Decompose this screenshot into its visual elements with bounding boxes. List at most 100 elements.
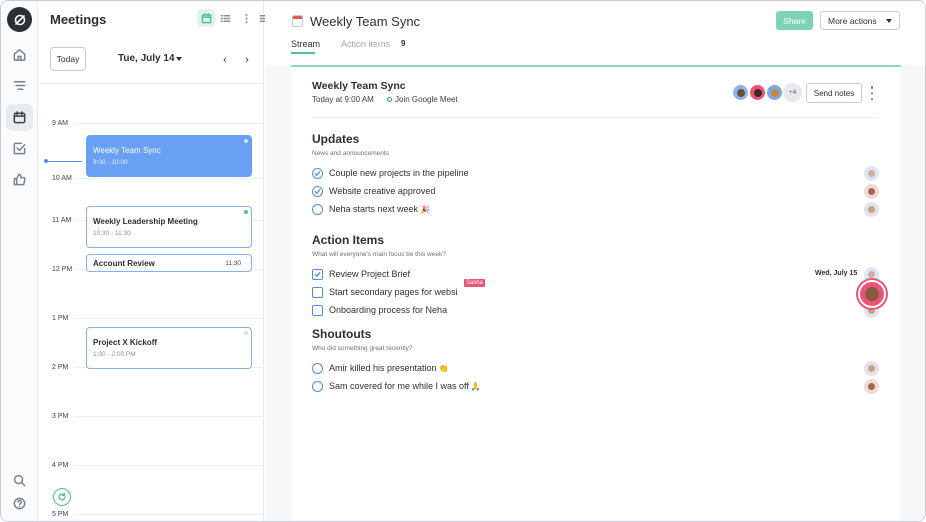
app-window: Meetings Today Tue, July 14 ‹ › 9 AM 10 … xyxy=(0,0,926,522)
checked-circle-icon[interactable] xyxy=(312,186,323,197)
list-view-button[interactable] xyxy=(216,9,234,27)
item-text[interactable]: Onboarding process for Neha xyxy=(329,305,447,315)
event-time: 9:00 - 10:00 xyxy=(93,159,128,166)
item-text[interactable]: Neha starts next week 🎉 xyxy=(329,204,430,214)
card-more-icon[interactable] xyxy=(869,86,875,100)
tab-count-badge: 9 xyxy=(401,39,406,48)
avatar-face xyxy=(770,88,779,97)
more-actions-button[interactable]: More actions xyxy=(820,11,900,30)
hour-label: 5 PM xyxy=(52,511,69,518)
tab-stream[interactable]: Stream xyxy=(291,39,320,49)
section-subtitle: What will everyone's main focus be this … xyxy=(312,251,446,258)
collaborator-cursor-tag: Sasha xyxy=(464,279,486,287)
unchecked-circle-icon[interactable] xyxy=(312,204,323,215)
list-view-icon xyxy=(220,14,230,22)
assignee-avatar[interactable] xyxy=(864,379,879,394)
section-subtitle: Who did something great recently? xyxy=(312,345,413,352)
item-text[interactable]: Couple new projects in the pipeline xyxy=(329,168,469,178)
event-time: 1:00 - 2:00 PM xyxy=(93,351,136,358)
prev-day-button[interactable]: ‹ xyxy=(218,53,232,67)
logo-icon xyxy=(14,14,25,25)
meeting-time: Today at 9:00 AM xyxy=(312,95,374,104)
calendar-view-icon xyxy=(201,12,211,23)
item-text[interactable]: Review Project Brief xyxy=(329,269,410,279)
hour-line xyxy=(74,123,264,124)
today-button[interactable]: Today xyxy=(50,47,86,71)
rail-home-button[interactable] xyxy=(6,41,33,68)
hour-label: 9 AM xyxy=(52,120,68,127)
send-notes-button[interactable]: Send notes xyxy=(806,83,862,103)
event-weekly-team-sync[interactable]: Weekly Team Sync 9:00 - 10:00 xyxy=(86,135,252,177)
meeting-title: Weekly Team Sync xyxy=(312,80,406,92)
event-weekly-leadership-meeting[interactable]: Weekly Leadership Meeting 10:30 - 11:30 xyxy=(86,206,252,248)
google-meet-icon xyxy=(387,97,392,102)
share-button[interactable]: Share xyxy=(776,11,813,30)
event-account-review[interactable]: Account Review 11:30 xyxy=(86,254,252,272)
panel-more-button[interactable] xyxy=(237,9,255,27)
avatar-face xyxy=(868,271,875,278)
avatar-face xyxy=(865,287,879,301)
rail-calendar-button[interactable] xyxy=(6,104,33,131)
event-time: 10:30 - 11:30 xyxy=(93,230,131,237)
unchecked-box-icon[interactable] xyxy=(312,287,323,298)
list-item: Start secondary pages for websi Sasha xyxy=(312,279,878,301)
current-time-line xyxy=(46,160,82,162)
help-icon xyxy=(13,497,26,510)
unchecked-circle-icon[interactable] xyxy=(312,381,323,392)
item-text[interactable]: Website creative approved xyxy=(329,186,435,196)
search-icon xyxy=(13,474,26,487)
thumbs-up-icon xyxy=(13,173,26,186)
date-dropdown-chevron-icon[interactable] xyxy=(176,57,182,61)
event-project-x-kickoff[interactable]: Project X Kickoff 1:00 - 2:00 PM xyxy=(86,327,252,369)
list-item: Website creative approved xyxy=(312,184,879,200)
meeting-detail: Weekly Team Sync Share More actions Stre… xyxy=(265,1,925,521)
checked-box-icon[interactable] xyxy=(312,269,323,280)
list-item: Neha starts next week 🎉 xyxy=(312,202,879,218)
checked-circle-icon[interactable] xyxy=(312,168,323,179)
more-vertical-icon xyxy=(244,13,248,23)
assignee-avatar[interactable] xyxy=(864,202,879,217)
due-date[interactable]: Wed, July 15 xyxy=(815,270,857,277)
hour-label: 10 AM xyxy=(52,175,72,182)
assignee-avatar[interactable] xyxy=(864,184,879,199)
list-item: Amir killed his presentation 👏 xyxy=(312,361,879,377)
rail-tasks-button[interactable] xyxy=(6,135,33,162)
unchecked-box-icon[interactable] xyxy=(312,305,323,316)
collaborator-avatar[interactable] xyxy=(858,280,886,308)
item-text[interactable]: Sam covered for me while I was off 🙏 xyxy=(329,381,481,391)
date-label[interactable]: Tue, July 14 xyxy=(118,53,175,64)
refresh-icon xyxy=(58,492,66,501)
calendar-icon xyxy=(13,111,26,124)
event-title: Project X Kickoff xyxy=(93,338,158,347)
section-title: Action Items xyxy=(312,233,385,247)
date-navigator: Today Tue, July 14 ‹ › xyxy=(38,45,264,75)
avatar-face xyxy=(868,383,875,390)
hour-line xyxy=(74,178,264,179)
avatar-face xyxy=(868,170,875,177)
item-text[interactable]: Start secondary pages for websi xyxy=(329,287,458,297)
avatar-face xyxy=(736,88,745,97)
join-google-meet-link[interactable]: Join Google Meet xyxy=(395,95,458,104)
rail-kudos-button[interactable] xyxy=(6,166,33,193)
sync-button[interactable] xyxy=(53,488,71,506)
hour-label: 3 PM xyxy=(52,413,69,420)
rail-help-button[interactable] xyxy=(6,490,33,517)
avatar-face xyxy=(868,188,875,195)
hour-label: 12 PM xyxy=(52,266,73,273)
app-logo[interactable] xyxy=(7,7,32,32)
chevron-down-icon xyxy=(886,19,892,23)
assignee-avatar[interactable] xyxy=(864,166,879,181)
tab-action-items[interactable]: Action items xyxy=(341,39,390,49)
extra-attendees-count: +4 xyxy=(783,83,802,102)
event-title: Weekly Leadership Meeting xyxy=(93,217,198,226)
event-status-dot xyxy=(244,331,248,335)
assignee-avatar[interactable] xyxy=(864,361,879,376)
calendar-view-button[interactable] xyxy=(197,9,215,27)
divider xyxy=(38,83,264,84)
rail-filters-button[interactable] xyxy=(6,72,33,99)
hour-label: 1 PM xyxy=(52,315,69,322)
clapping-hands-icon: 👏 xyxy=(438,364,449,373)
unchecked-circle-icon[interactable] xyxy=(312,363,323,374)
item-text[interactable]: Amir killed his presentation 👏 xyxy=(329,363,449,373)
next-day-button[interactable]: › xyxy=(240,53,254,67)
